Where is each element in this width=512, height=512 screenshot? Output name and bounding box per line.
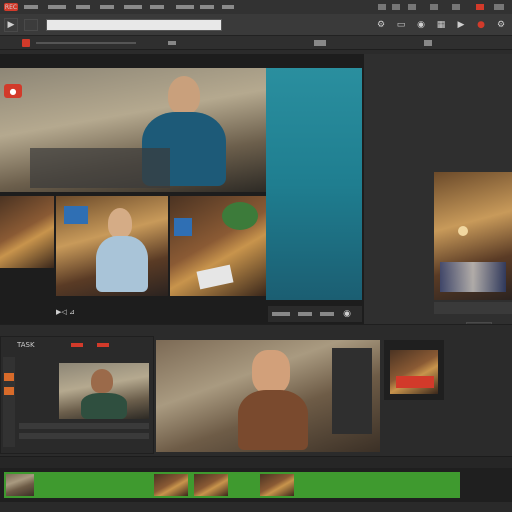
- orange-tag[interactable]: [4, 373, 14, 381]
- right-preview[interactable]: [434, 172, 512, 300]
- timeline-thumbnail[interactable]: [154, 474, 188, 496]
- timeline-thumbnail[interactable]: [194, 474, 228, 496]
- mini-preview-panel: [384, 340, 444, 400]
- menubar: REC: [0, 0, 512, 14]
- record-badge[interactable]: [396, 376, 434, 388]
- timeline-thumbnail[interactable]: [6, 474, 34, 496]
- menu-item[interactable]: [124, 5, 142, 9]
- mini-preview[interactable]: [390, 350, 438, 394]
- record-icon[interactable]: [22, 39, 30, 47]
- record-badge[interactable]: ●: [4, 84, 22, 98]
- lower-toolbar-label: ▶◁ ⊿: [56, 308, 75, 316]
- monitor-icon: [174, 218, 192, 236]
- grid-icon[interactable]: ▦: [434, 18, 448, 32]
- window-control[interactable]: [378, 4, 386, 10]
- monitor-icon: [64, 206, 88, 224]
- clip-preview[interactable]: [59, 363, 149, 419]
- lamp: [458, 226, 468, 236]
- bottom-panel-header: TASK: [17, 341, 35, 349]
- settings-icon[interactable]: ⚙: [494, 18, 508, 32]
- toolbar: ▶ ⚙ ▭ ◉ ▦ ▶ ● ⚙: [0, 14, 512, 36]
- right-slider[interactable]: [434, 302, 512, 314]
- play-icon[interactable]: ▶: [454, 18, 468, 32]
- track-label: [36, 42, 136, 44]
- menu-item[interactable]: [76, 5, 90, 9]
- menu-item[interactable]: [176, 5, 194, 9]
- track-label: [168, 41, 176, 45]
- window-control[interactable]: [494, 4, 504, 10]
- gear-icon[interactable]: ⚙: [374, 18, 388, 32]
- plant: [222, 202, 258, 230]
- control-button[interactable]: [272, 312, 290, 316]
- timeline-thumbnail[interactable]: [260, 474, 294, 496]
- desk: [30, 148, 170, 188]
- record-icon[interactable]: [71, 343, 83, 347]
- address-field[interactable]: [46, 19, 222, 31]
- window-control[interactable]: [408, 4, 416, 10]
- menu-item[interactable]: [24, 5, 38, 9]
- menu-item[interactable]: [100, 5, 114, 9]
- tool-button[interactable]: [24, 19, 38, 31]
- person-figure: [81, 393, 127, 419]
- window-control[interactable]: [430, 4, 438, 10]
- shelf: [332, 348, 372, 434]
- camera-icon[interactable]: ◉: [414, 18, 428, 32]
- record-icon[interactable]: ●: [474, 18, 488, 32]
- person-figure: [96, 236, 148, 292]
- window-control[interactable]: [392, 4, 400, 10]
- control-button[interactable]: [320, 312, 334, 316]
- property-row: [19, 433, 149, 439]
- viewer-controls: ◉: [268, 306, 362, 322]
- thumbnail-right[interactable]: [170, 196, 266, 296]
- menu-item[interactable]: [200, 5, 214, 9]
- center-preview[interactable]: [156, 340, 380, 452]
- person-figure: [91, 369, 113, 393]
- thumbnail-left[interactable]: [0, 196, 54, 268]
- record-icon[interactable]: REC: [4, 3, 18, 11]
- timeline-header: [0, 456, 512, 468]
- menu-item[interactable]: [222, 5, 234, 9]
- paper: [196, 264, 234, 290]
- menu-item[interactable]: [48, 5, 66, 9]
- person-figure: [168, 76, 200, 114]
- sidebar-strip: [3, 357, 15, 447]
- orange-tag[interactable]: [4, 387, 14, 395]
- window-control[interactable]: [452, 4, 460, 10]
- timeline-clip[interactable]: [4, 472, 460, 498]
- eye-icon[interactable]: ◉: [340, 306, 354, 322]
- control-button[interactable]: [298, 312, 312, 316]
- person-figure: [238, 390, 308, 450]
- property-row: [19, 423, 149, 429]
- video-frame-main[interactable]: ●: [0, 68, 266, 192]
- thumbnail-center[interactable]: [56, 196, 168, 296]
- play-button[interactable]: ▶: [4, 18, 18, 32]
- bottom-left-panel: TASK: [0, 336, 154, 454]
- record-icon[interactable]: [97, 343, 109, 347]
- window-control[interactable]: [476, 4, 484, 10]
- timeline-ruler: [0, 502, 512, 512]
- person-figure: [108, 208, 132, 238]
- teal-preview[interactable]: [266, 68, 362, 300]
- person-figure: [252, 350, 290, 394]
- track-label: [314, 40, 326, 46]
- subtoolbar: [0, 36, 512, 50]
- timeline-track[interactable]: [0, 468, 512, 512]
- monitor-icon[interactable]: ▭: [394, 18, 408, 32]
- crowd: [440, 262, 506, 292]
- menu-item[interactable]: [150, 5, 164, 9]
- track-label: [424, 40, 432, 46]
